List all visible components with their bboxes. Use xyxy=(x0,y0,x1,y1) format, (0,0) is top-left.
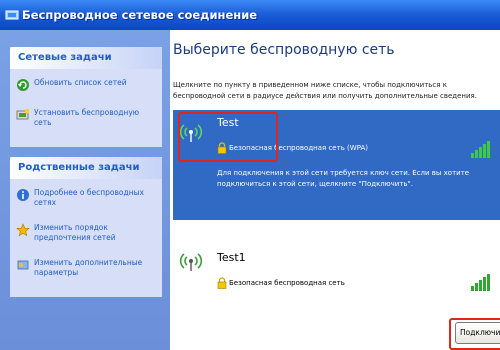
signal-strength-icon xyxy=(471,141,490,158)
connect-button[interactable]: Подключить xyxy=(455,322,500,344)
setup-wireless-network-label: Установить беспроводную сеть xyxy=(34,108,140,127)
refresh-network-list-label: Обновить список сетей xyxy=(34,78,127,87)
lock-icon xyxy=(217,277,227,289)
highlight-box-network xyxy=(178,112,278,162)
related-tasks-header: Родственные задачи xyxy=(10,157,162,179)
learn-about-wireless-task[interactable]: Подробнее о беспроводных сетях xyxy=(16,187,160,217)
network-detail-text: Для подключения к этой сети требуется кл… xyxy=(217,169,470,188)
wireless-network-icon xyxy=(5,10,19,20)
change-network-order-task[interactable]: Изменить порядок предпочтения сетей xyxy=(16,222,160,252)
title-bar[interactable]: Беспроводное сетевое соединение xyxy=(0,0,500,30)
page-description: Щелкните по пункту в приведенном ниже сп… xyxy=(173,81,477,100)
network-tasks-group: Сетевые задачи Обновить список сетей Уст… xyxy=(10,47,162,147)
setup-network-icon xyxy=(16,109,29,120)
wireless-antenna-icon xyxy=(179,253,203,271)
info-icon xyxy=(17,189,29,201)
settings-icon xyxy=(17,260,29,270)
change-advanced-settings-task[interactable]: Изменить дополнительные параметры xyxy=(16,257,160,287)
related-tasks-group: Родственные задачи Подробнее о беспровод… xyxy=(10,157,162,297)
page-title: Выберите беспроводную сеть xyxy=(173,42,395,58)
wireless-connection-window: Беспроводное сетевое соединение Сетевые … xyxy=(0,0,500,350)
change-network-order-label: Изменить порядок предпочтения сетей xyxy=(34,223,116,242)
network-security: Безопасная беспроводная сеть xyxy=(229,279,345,287)
change-advanced-settings-label: Изменить дополнительные параметры xyxy=(34,258,143,277)
window-title: Беспроводное сетевое соединение xyxy=(22,8,258,22)
network-tasks-header: Сетевые задачи xyxy=(10,47,162,69)
setup-wireless-network-task[interactable]: Установить беспроводную сеть xyxy=(16,107,160,137)
network-name: Test1 xyxy=(217,251,246,264)
network-item-test1[interactable]: Test1 Безопасная беспроводная сеть xyxy=(173,235,500,315)
learn-about-wireless-label: Подробнее о беспроводных сетях xyxy=(34,188,144,207)
refresh-icon xyxy=(17,79,29,91)
task-pane: Сетевые задачи Обновить список сетей Уст… xyxy=(0,30,170,350)
star-icon xyxy=(16,223,30,237)
main-panel: Выберите беспроводную сеть Щелкните по п… xyxy=(170,30,500,350)
refresh-network-list-task[interactable]: Обновить список сетей xyxy=(16,77,160,107)
signal-strength-icon xyxy=(471,274,490,291)
